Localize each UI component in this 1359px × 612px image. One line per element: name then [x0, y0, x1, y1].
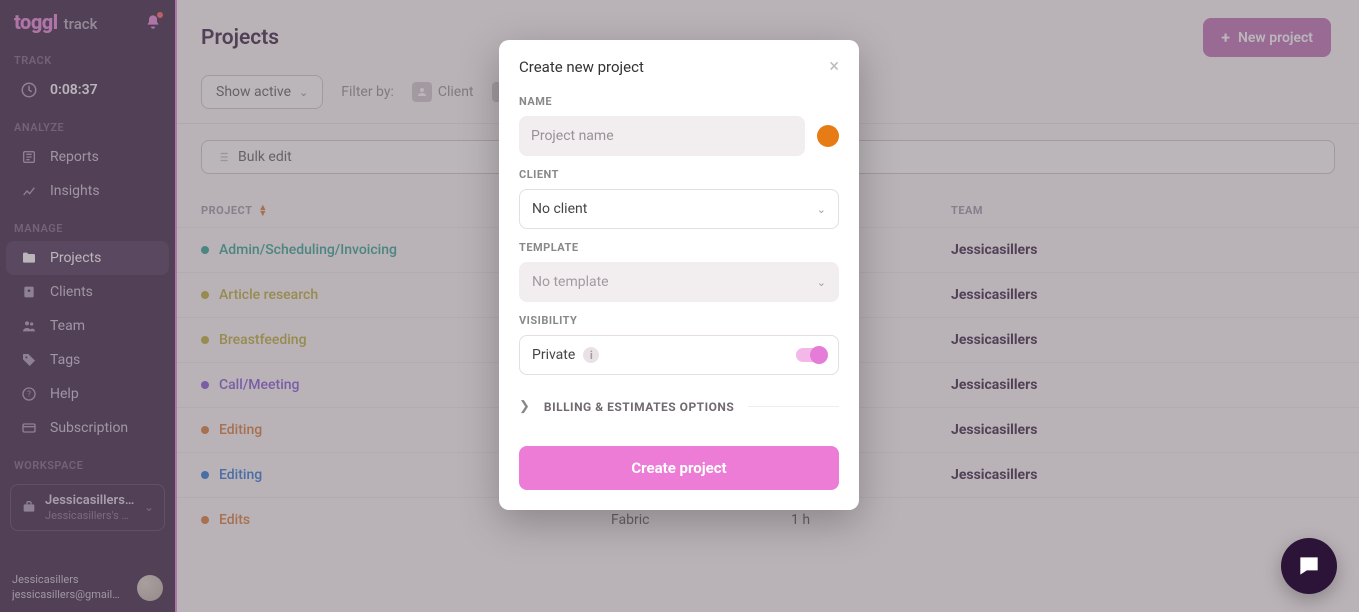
chevron-down-icon: ⌄	[817, 276, 826, 289]
chevron-down-icon: ⌄	[817, 203, 826, 216]
billing-options-label: BILLING & ESTIMATES OPTIONS	[544, 400, 734, 414]
project-color-picker[interactable]	[817, 125, 839, 147]
modal-name-label: NAME	[519, 95, 839, 108]
modal-visibility-section: VISIBILITY Private i	[499, 306, 859, 379]
info-icon[interactable]: i	[583, 347, 599, 363]
chat-fab[interactable]	[1281, 538, 1337, 594]
client-select[interactable]: No client ⌄	[519, 189, 839, 229]
modal-title: Create new project	[519, 58, 644, 76]
template-select[interactable]: No template ⌄	[519, 262, 839, 302]
create-project-label: Create project	[631, 459, 726, 477]
project-name-input[interactable]	[519, 116, 805, 156]
chevron-right-icon: ❯	[519, 399, 530, 414]
close-icon[interactable]: ×	[829, 56, 839, 77]
modal-client-section: CLIENT No client ⌄	[499, 160, 859, 233]
modal-head: Create new project ×	[499, 40, 859, 87]
modal-template-label: TEMPLATE	[519, 241, 839, 254]
client-select-value: No client	[532, 201, 587, 217]
modal-client-label: CLIENT	[519, 168, 839, 181]
visibility-toggle[interactable]	[796, 348, 826, 362]
modal-name-section: NAME	[499, 87, 859, 160]
chat-icon	[1296, 553, 1322, 579]
toggle-knob	[810, 346, 828, 364]
visibility-value: Private	[532, 347, 575, 363]
modal-template-section: TEMPLATE No template ⌄	[499, 233, 859, 306]
billing-options-expander[interactable]: ❯ BILLING & ESTIMATES OPTIONS	[499, 379, 859, 422]
divider-line	[748, 406, 839, 407]
visibility-row: Private i	[519, 335, 839, 375]
create-project-button[interactable]: Create project	[519, 446, 839, 490]
template-select-value: No template	[532, 274, 609, 290]
modal-visibility-label: VISIBILITY	[519, 314, 839, 327]
create-project-modal: Create new project × NAME CLIENT No clie…	[499, 40, 859, 510]
